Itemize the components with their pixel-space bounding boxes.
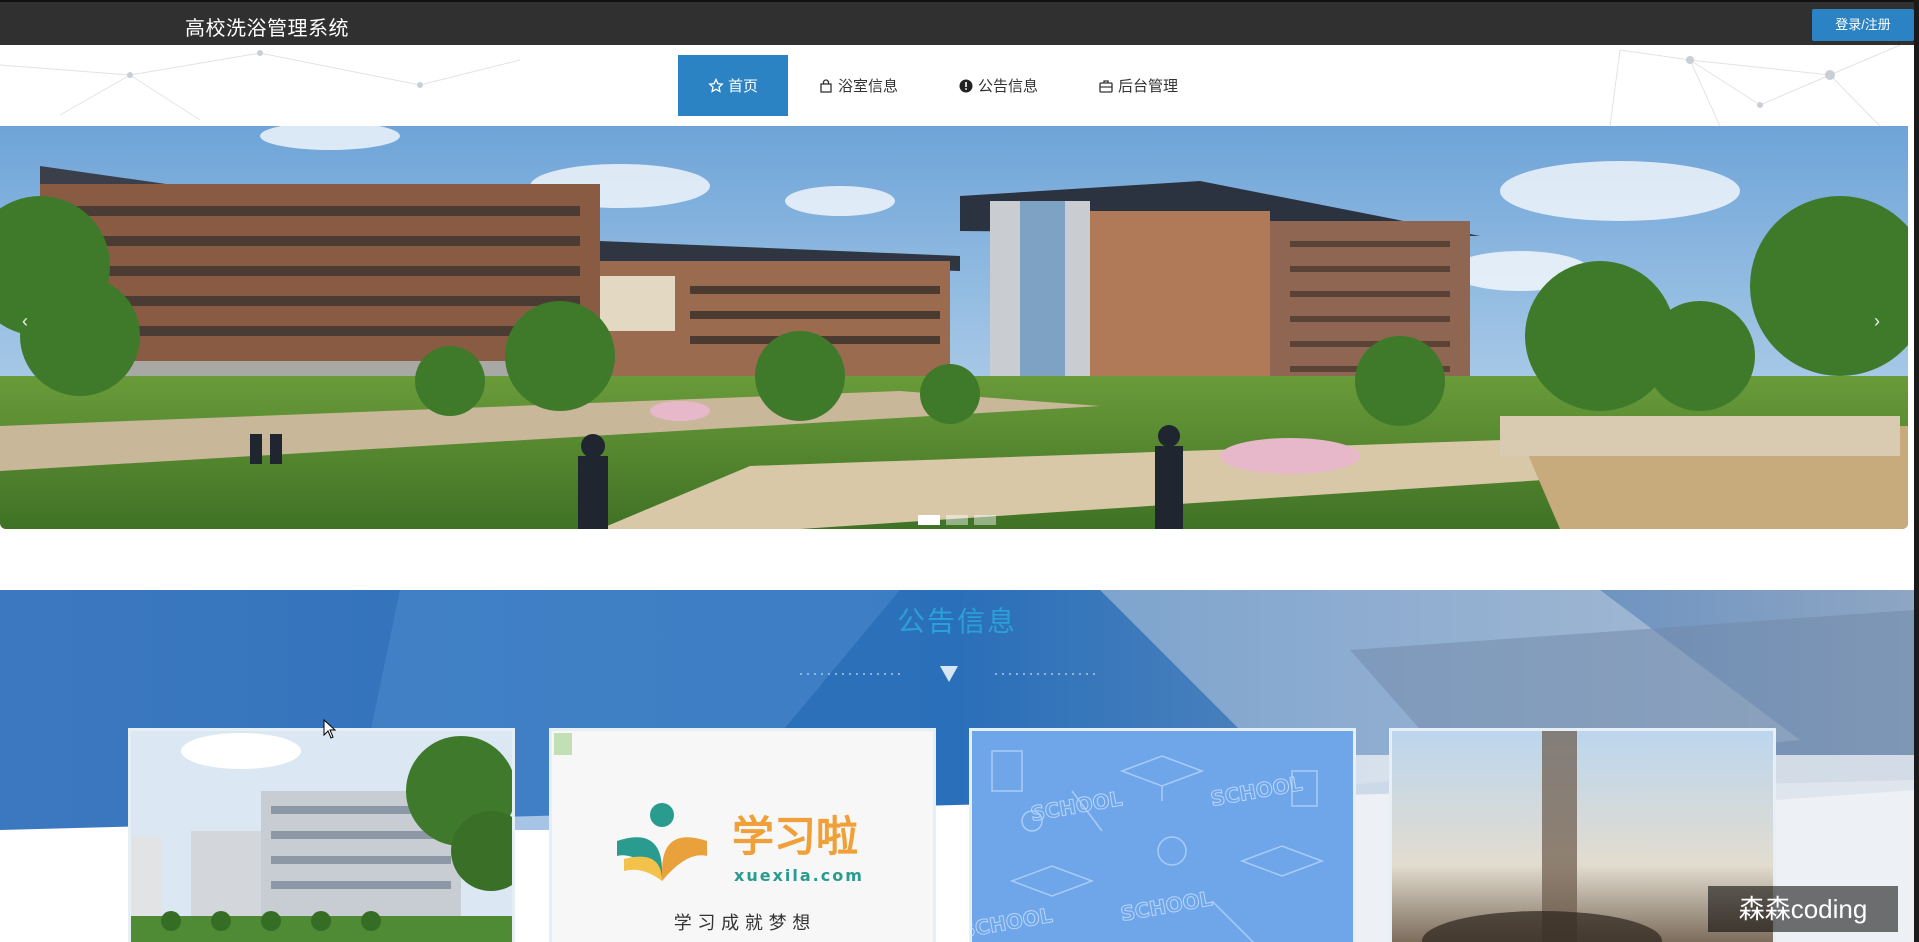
school-doodle-pattern-image: SCHOOL SCHOOL SCHOOL SCHOOL [972, 731, 1353, 942]
title-divider [800, 666, 1100, 682]
main-nav: 首页 浴室信息 公告信息 后台管理 [678, 55, 1208, 116]
nav-bathroom-info-label: 浴室信息 [838, 78, 899, 95]
carousel-indicators [918, 515, 996, 525]
bag-icon [818, 78, 834, 94]
banner-carousel[interactable]: ‹ › [0, 126, 1908, 529]
logo-slogan-text: 学 习 成 就 梦 想 [674, 913, 811, 934]
notice-section-title: 公告信息 [896, 606, 1017, 637]
notice-card[interactable] [128, 728, 515, 942]
notice-section: 公告信息 学习啦 xuexila.com 学 习 成 就 梦 想 SCHOOL … [0, 590, 1914, 942]
nav-admin-label: 后台管理 [1118, 78, 1179, 95]
nav-bathroom-info[interactable]: 浴室信息 [788, 55, 928, 116]
carousel-dot-3[interactable] [974, 515, 996, 525]
chevron-down-icon [940, 666, 958, 682]
carousel-dot-1[interactable] [918, 515, 940, 525]
browser-viewport: 高校洗浴管理系统 登录/注册 首页 浴室信息 公告信息 后台管理 ‹ › 公告信… [0, 0, 1919, 942]
carousel-next-arrow[interactable]: › [1874, 311, 1880, 332]
star-icon [708, 77, 724, 94]
notice-card[interactable]: 学习啦 xuexila.com 学 习 成 就 梦 想 [549, 728, 936, 942]
carousel-prev-arrow[interactable]: ‹ [22, 311, 28, 332]
window-edge [1914, 0, 1919, 942]
page: 高校洗浴管理系统 登录/注册 首页 浴室信息 公告信息 后台管理 ‹ › 公告信… [0, 0, 1914, 942]
logo-domain-text: xuexila.com [734, 866, 864, 885]
watermark: 森森coding [1708, 886, 1898, 932]
top-bar: 高校洗浴管理系统 登录/注册 [0, 0, 1914, 45]
nav-admin[interactable]: 后台管理 [1068, 55, 1208, 116]
campus-building-image [131, 731, 512, 942]
nav-home-label: 首页 [728, 78, 759, 95]
login-register-button[interactable]: 登录/注册 [1812, 9, 1914, 41]
nav-band: 首页 浴室信息 公告信息 后台管理 [0, 45, 1914, 126]
logo-main-text: 学习啦 [732, 812, 858, 861]
carousel-dot-2[interactable] [946, 515, 968, 525]
nav-notice-info-label: 公告信息 [978, 78, 1039, 95]
nav-home[interactable]: 首页 [678, 55, 789, 116]
campus-banner-image [0, 126, 1908, 529]
briefcase-icon [1098, 78, 1114, 94]
notice-card[interactable]: SCHOOL SCHOOL SCHOOL SCHOOL [969, 728, 1356, 942]
site-title: 高校洗浴管理系统 [185, 18, 349, 40]
mouse-cursor-icon [323, 719, 337, 739]
nav-notice-info[interactable]: 公告信息 [928, 55, 1068, 116]
alert-circle-icon [958, 78, 974, 94]
xuexila-logo-image: 学习啦 xuexila.com 学 习 成 就 梦 想 [552, 731, 933, 942]
